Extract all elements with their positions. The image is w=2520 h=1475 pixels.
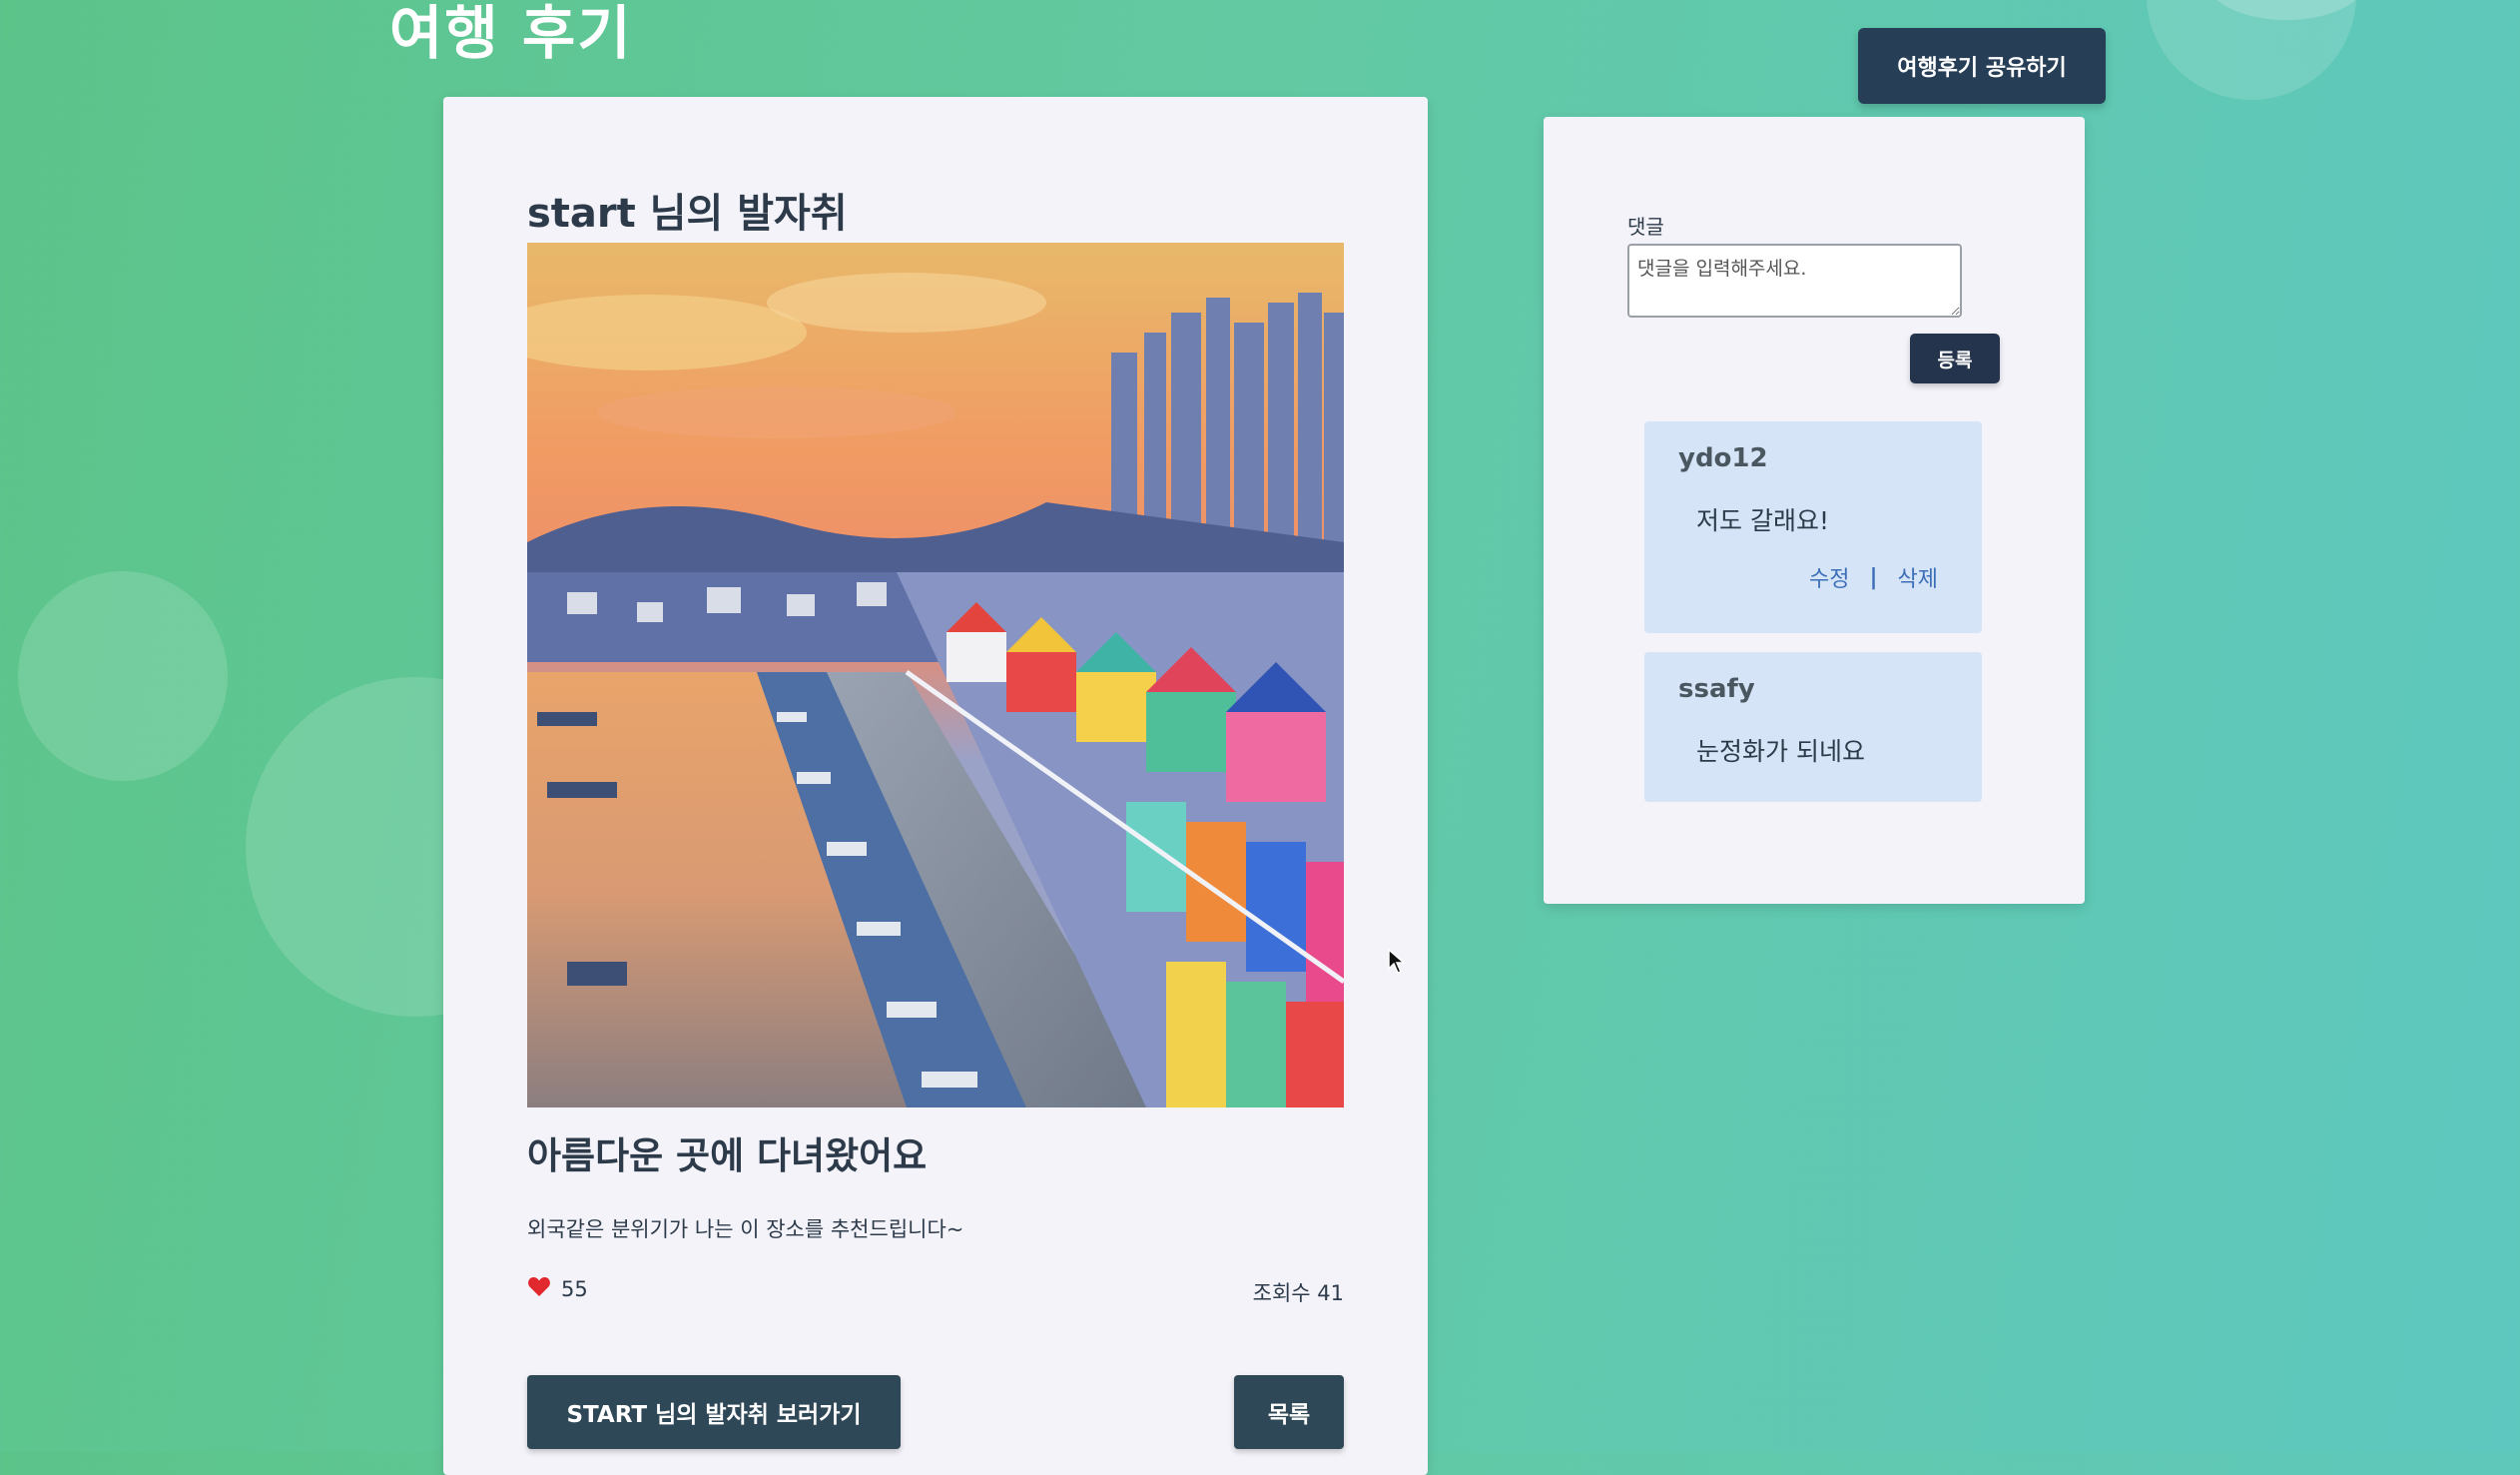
post-heading: start 님의 발자취 [527,191,848,237]
comment-panel: 댓글 등록 ydo12 저도 갈래요! 수정 | 삭제 ssafy 눈정화가 되… [1544,117,2085,904]
view-count: 조회수 41 [1252,1281,1344,1305]
list-button[interactable]: 목록 [1234,1375,1344,1449]
mouse-cursor-icon [1388,948,1407,979]
comment-label: 댓글 [1627,215,1664,239]
heart-icon[interactable] [527,1275,551,1302]
delete-comment-link[interactable]: 삭제 [1898,561,1938,593]
comment-author: ydo12 [1678,443,1768,473]
post-subtitle: 아름다운 곳에 다녀왔어요 [527,1134,928,1177]
share-review-button[interactable]: 여행후기 공유하기 [1858,28,2106,104]
comment-item: ssafy 눈정화가 되네요 [1644,652,1982,802]
submit-comment-button[interactable]: 등록 [1910,334,2000,383]
view-footprints-button[interactable]: START 님의 발자취 보러가기 [527,1375,901,1449]
background-bubble [18,571,228,781]
comment-item: ydo12 저도 갈래요! 수정 | 삭제 [1644,421,1982,633]
page-title: 여행 후기 [389,0,633,67]
edit-comment-link[interactable]: 수정 [1809,561,1849,593]
like-counter[interactable]: 55 [527,1275,588,1302]
post-description: 외국같은 분위기가 나는 이 장소를 추천드립니다~ [527,1217,964,1241]
post-card: start 님의 발자취 아름다운 곳에 다녀왔어요 외국같은 분위기가 나는 … [443,97,1428,1475]
comment-author: ssafy [1678,674,1755,704]
action-separator: | [1869,564,1878,590]
like-count: 55 [561,1276,588,1301]
comment-text: 눈정화가 되네요 [1696,737,1865,766]
comment-actions: 수정 | 삭제 [1809,561,1938,593]
comment-input[interactable] [1627,244,1962,318]
post-photo [527,243,1344,1107]
comment-text: 저도 갈래요! [1696,506,1829,535]
